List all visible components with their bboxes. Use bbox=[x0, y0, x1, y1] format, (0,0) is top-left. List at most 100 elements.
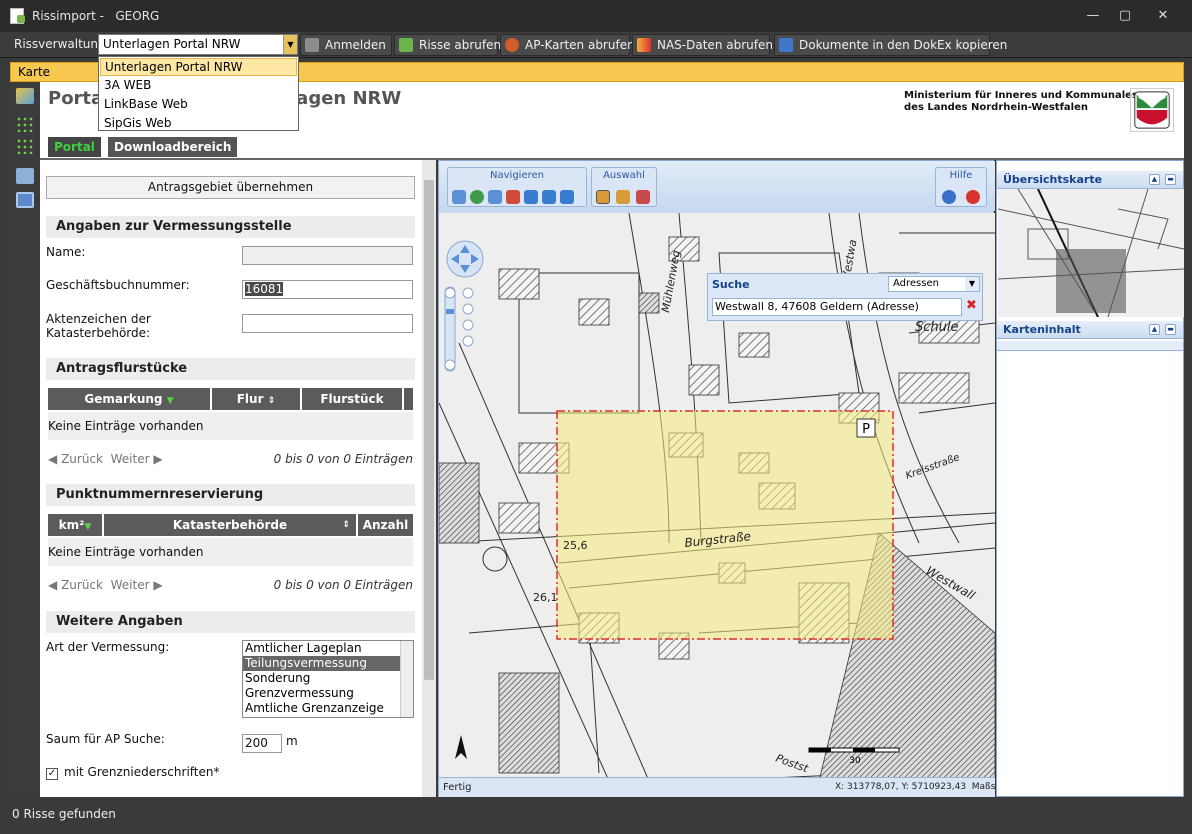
map-pin-icon bbox=[505, 38, 519, 52]
pin-icon[interactable]: ▬ bbox=[1165, 324, 1176, 335]
col-flurstueck[interactable]: Flurstück bbox=[302, 388, 404, 410]
next-link[interactable]: Weiter bbox=[111, 452, 150, 466]
anmelden-button[interactable]: Anmelden bbox=[300, 34, 392, 56]
pin-icon[interactable]: ▬ bbox=[1165, 174, 1176, 185]
saum-unit: m bbox=[286, 734, 298, 748]
search-input[interactable]: Westwall 8, 47608 Geldern (Adresse) bbox=[712, 298, 962, 316]
overview-map[interactable] bbox=[998, 189, 1184, 317]
tab-portal[interactable]: Portal bbox=[48, 137, 101, 157]
next-link[interactable]: Weiter bbox=[111, 578, 150, 592]
globe-icon[interactable] bbox=[470, 190, 484, 204]
frame-icon[interactable] bbox=[16, 192, 34, 208]
sort-down-icon: ▼ bbox=[166, 396, 174, 406]
name-label: Name: bbox=[46, 245, 86, 259]
dropdown-option[interactable]: 3A WEB bbox=[100, 77, 297, 95]
select-group: Auswahl bbox=[591, 167, 657, 207]
back-link[interactable]: Zurück bbox=[61, 452, 103, 466]
back-link[interactable]: Zurück bbox=[61, 578, 103, 592]
col-gemarkung[interactable]: Gemarkung ▼ bbox=[48, 388, 212, 410]
pager-punkte: ◀ Zurück Weiter ▶ 0 bis 0 von 0 Einträge… bbox=[48, 578, 413, 596]
section-weitere-angaben: Weitere Angaben bbox=[46, 611, 415, 633]
ministry-label: Ministerium für Inneres und Kommunales de… bbox=[904, 90, 1138, 113]
grid-empty-row: Keine Einträge vorhanden bbox=[48, 538, 413, 566]
col-flur[interactable]: Flur ⇕ bbox=[212, 388, 302, 410]
home-icon[interactable] bbox=[488, 190, 502, 204]
zoom-in-icon[interactable] bbox=[452, 190, 466, 204]
list-item[interactable]: Grenzvermessung bbox=[243, 686, 413, 701]
scrollbar-thumb[interactable] bbox=[424, 180, 434, 680]
dropdown-option[interactable]: LinkBase Web bbox=[100, 96, 297, 114]
col-anzahl[interactable]: Anzahl bbox=[358, 514, 413, 536]
forward-arrow-icon[interactable] bbox=[560, 190, 574, 204]
next-arrow-icon[interactable]: ▶ bbox=[153, 452, 162, 466]
measure-icon[interactable] bbox=[16, 168, 34, 184]
name-field[interactable] bbox=[242, 246, 413, 265]
minimize-button[interactable]: — bbox=[1078, 6, 1108, 26]
aktenzeichen-field[interactable] bbox=[242, 314, 413, 333]
antragsgebiet-button[interactable]: Antragsgebiet übernehmen bbox=[46, 176, 415, 199]
parking-label: P bbox=[862, 422, 870, 437]
map-coords-scale: X: 313778,07, Y: 5710923,43 Maßstab 1:22… bbox=[835, 782, 1045, 792]
listbox-scrollbar[interactable] bbox=[400, 641, 413, 717]
tab-downloadbereich[interactable]: Downloadbereich bbox=[108, 137, 238, 157]
list-item[interactable]: Amtlicher Lageplan bbox=[243, 641, 413, 656]
risse-abrufen-button[interactable]: Risse abrufen bbox=[394, 34, 501, 56]
clear-selection-icon[interactable] bbox=[636, 190, 650, 204]
app-statusbar: 0 Risse gefunden bbox=[0, 803, 1192, 834]
form-scrollbar[interactable] bbox=[422, 160, 436, 797]
map-panel: Navigieren Auswahl Hilfe P Mühlenweg Bur… bbox=[438, 160, 1045, 797]
section-antragsflurstuecke: Antragsflurstücke bbox=[46, 358, 415, 380]
gbn-field[interactable]: 16081 bbox=[242, 280, 413, 299]
map-view[interactable]: P Mühlenweg Burgstraße Westwall Schule P… bbox=[439, 213, 995, 781]
nas-daten-button[interactable]: NAS-Daten abrufen bbox=[632, 34, 773, 56]
page-title: Porta bbox=[48, 88, 104, 109]
back-arrow-icon[interactable] bbox=[542, 190, 556, 204]
pager-info: 0 bis 0 von 0 Einträgen bbox=[273, 452, 413, 466]
dropdown-option[interactable]: Unterlagen Portal NRW bbox=[100, 58, 297, 76]
list-item[interactable]: Teilungsvermessung bbox=[243, 656, 413, 671]
dropdown-option[interactable]: SipGis Web bbox=[100, 115, 297, 133]
list-item[interactable]: Amtliche Grenzanzeige bbox=[243, 701, 413, 716]
ap-karten-button[interactable]: AP-Karten abrufen bbox=[500, 34, 635, 56]
clear-search-icon[interactable]: ✖ bbox=[966, 298, 977, 313]
select-poly-icon[interactable] bbox=[616, 190, 630, 204]
list-item[interactable]: Sonderung bbox=[243, 671, 413, 686]
chevron-down-icon[interactable]: ▼ bbox=[965, 277, 979, 291]
maximize-button[interactable]: ▢ bbox=[1110, 6, 1140, 26]
dokex-kopieren-button[interactable]: Dokumente in den DokEx kopieren bbox=[774, 34, 1007, 56]
collapse-icon[interactable]: ▲ bbox=[1149, 324, 1160, 335]
select-points-icon[interactable] bbox=[16, 116, 34, 132]
map-status: Fertig bbox=[443, 782, 472, 793]
select-rect-icon[interactable] bbox=[596, 190, 610, 204]
search-type-select[interactable]: Adressen ▼ bbox=[888, 276, 980, 292]
height-label: 26,1 bbox=[533, 591, 558, 604]
power-icon[interactable] bbox=[966, 190, 980, 204]
save-disk-icon bbox=[779, 38, 793, 52]
pan-icon[interactable] bbox=[506, 190, 520, 204]
prev-arrow-icon[interactable]: ◀ bbox=[48, 578, 57, 592]
help-group: Hilfe bbox=[935, 167, 987, 207]
select-area-icon[interactable] bbox=[16, 138, 34, 154]
collapse-icon[interactable]: ▲ bbox=[1149, 174, 1160, 185]
saum-label: Saum für AP Suche: bbox=[46, 732, 165, 746]
next-arrow-icon[interactable]: ▶ bbox=[153, 578, 162, 592]
saum-field[interactable]: 200 bbox=[242, 734, 282, 753]
prev-arrow-icon[interactable]: ◀ bbox=[48, 452, 57, 466]
gbn-label: Geschäftsbuchnummer: bbox=[46, 278, 190, 292]
nas-icon bbox=[637, 38, 651, 52]
close-button[interactable]: ✕ bbox=[1148, 6, 1178, 26]
chevron-down-icon[interactable]: ▼ bbox=[283, 35, 297, 54]
window-title: Rissimport - GEORG bbox=[32, 9, 160, 23]
refresh-icon[interactable] bbox=[524, 190, 538, 204]
rissverwaltung-menu[interactable]: Rissverwaltung bbox=[14, 37, 106, 51]
source-combobox[interactable]: Unterlagen Portal NRW ▼ bbox=[98, 34, 298, 55]
map-statusbar: Fertig X: 313778,07, Y: 5710923,43 Maßst… bbox=[439, 777, 1045, 797]
col-katasterbehoerde[interactable]: Katasterbehörde ⇕ bbox=[104, 514, 358, 536]
app-icon bbox=[10, 8, 25, 24]
help-icon[interactable] bbox=[942, 190, 956, 204]
grenz-checkbox[interactable]: ✓ bbox=[46, 768, 58, 780]
art-label: Art der Vermessung: bbox=[46, 640, 170, 654]
col-km2[interactable]: km²▼ bbox=[48, 514, 104, 536]
map-layers-icon[interactable] bbox=[16, 88, 34, 104]
art-listbox[interactable]: Amtlicher Lageplan Teilungsvermessung So… bbox=[242, 640, 414, 718]
